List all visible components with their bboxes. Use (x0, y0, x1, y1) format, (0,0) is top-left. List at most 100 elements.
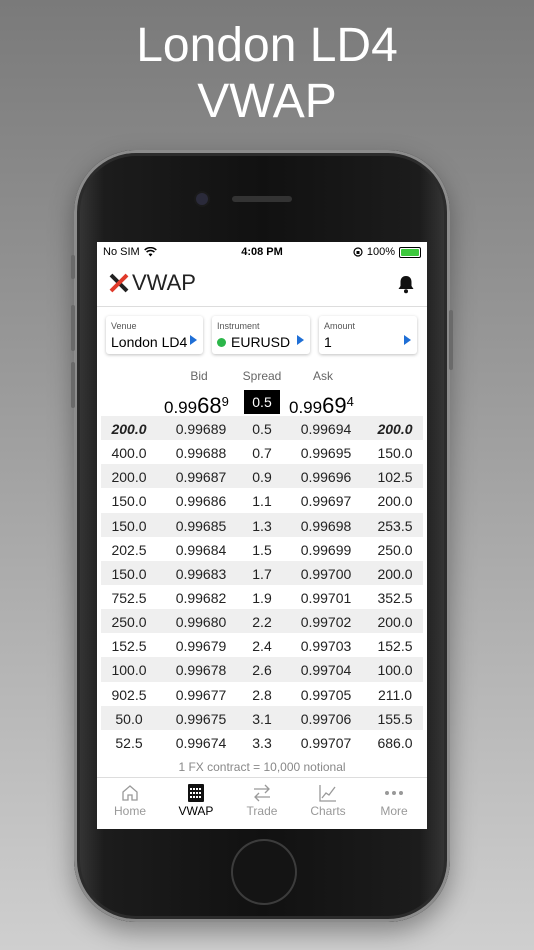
tab-bar: Home VWAP Trade Charts More (97, 777, 427, 829)
bid-amount: 150.0 (111, 493, 147, 510)
spread-value: 0.7 (252, 445, 272, 462)
spread-value: 1.7 (252, 565, 272, 582)
instrument-label: Instrument (217, 321, 260, 331)
bell-icon[interactable] (397, 274, 415, 294)
depth-row[interactable]: 150.0 0.99685 1.3 0.99698 253.5 (101, 512, 423, 537)
ask-amount: 152.5 (377, 638, 413, 655)
ask-price: 0.99698 (300, 517, 352, 534)
volume-up-button (71, 305, 75, 351)
bid-price: 0.99688 (175, 445, 227, 462)
bid-amount: 200.0 (111, 421, 147, 437)
bid-amount: 52.5 (115, 734, 143, 751)
bid-amount: 152.5 (111, 638, 147, 655)
ask-price: 0.99694 (300, 421, 352, 437)
depth-row[interactable]: 200.0 0.99689 0.5 0.99694 200.0 (101, 416, 423, 441)
amount-value: 1 (324, 334, 332, 350)
ask-amount: 200.0 (377, 614, 413, 631)
ask-price: 0.99702 (300, 614, 352, 631)
more-dots-icon (385, 791, 403, 795)
calculator-icon (188, 784, 204, 802)
bid-amount: 200.0 (111, 469, 147, 486)
depth-row[interactable]: 100.0 0.99678 2.6 0.99704 100.0 (101, 657, 423, 682)
app-screen: No SIM 4:08 PM 100% VWAP Venue London LD… (97, 242, 427, 829)
depth-row[interactable]: 200.0 0.99687 0.9 0.99696 102.5 (101, 464, 423, 489)
battery-percent: 100% (366, 246, 395, 258)
home-icon (122, 785, 138, 801)
spread-value: 1.3 (252, 517, 272, 534)
bid-amount: 150.0 (111, 517, 147, 534)
bid-price: 0.99682 (175, 589, 227, 606)
depth-row[interactable]: 400.0 0.99688 0.7 0.99695 150.0 (101, 440, 423, 464)
tab-charts[interactable]: Charts (295, 778, 361, 829)
power-button (449, 310, 453, 370)
tab-trade[interactable]: Trade (229, 778, 295, 829)
caret-right-icon (404, 335, 411, 345)
line-chart-icon (319, 785, 336, 802)
caret-right-icon (190, 335, 197, 345)
depth-row[interactable]: 150.0 0.99683 1.7 0.99700 200.0 (101, 560, 423, 585)
ask-price: 0.99697 (300, 493, 352, 510)
ask-price: 0.99695 (300, 445, 352, 462)
bid-price: 0.99685 (175, 517, 227, 534)
tab-label: Trade (246, 804, 278, 818)
bid-header: Bid (190, 369, 208, 383)
instrument-selector[interactable]: Instrument EURUSD (212, 316, 310, 354)
bid-price: 0.99679 (175, 638, 227, 655)
spread-value: 3.3 (252, 734, 272, 751)
bid-price: 0.99689 (175, 421, 227, 437)
tab-home[interactable]: Home (97, 778, 163, 829)
tab-more[interactable]: More (361, 778, 427, 829)
app-title: VWAP (132, 270, 196, 295)
ask-price: 0.99706 (300, 710, 352, 727)
instrument-status-dot (217, 337, 226, 347)
bid-amount: 150.0 (111, 565, 147, 582)
depth-row[interactable]: 752.5 0.99682 1.9 0.99701 352.5 (101, 585, 423, 609)
ask-amount: 102.5 (377, 469, 413, 486)
bid-price: 0.99687 (175, 469, 227, 486)
ask-price: 0.99703 (300, 638, 352, 655)
ask-price: 0.99699 (300, 541, 352, 558)
amount-selector[interactable]: Amount 1 (319, 316, 417, 354)
venue-selector[interactable]: Venue London LD4 (106, 316, 203, 354)
depth-row[interactable]: 202.5 0.99684 1.5 0.99699 250.0 (101, 537, 423, 561)
best-spread: 0.5 (244, 390, 280, 414)
depth-table: 200.0 0.99689 0.5 0.99694 200.0 400.0 0.99688 0… (101, 416, 423, 754)
swap-arrows-icon (254, 784, 270, 802)
depth-row[interactable]: 250.0 0.99680 2.2 0.99702 200.0 (101, 609, 423, 634)
spread-value: 0.9 (252, 469, 272, 486)
tab-label: VWAP (178, 804, 214, 818)
app-logo-icon (109, 273, 129, 293)
ask-price: 0.99696 (300, 469, 352, 486)
spread-value: 2.8 (252, 686, 272, 703)
mute-switch (71, 255, 75, 279)
depth-row[interactable]: 902.5 0.99677 2.8 0.99705 211.0 (101, 682, 423, 706)
spread-value: 2.6 (252, 662, 272, 679)
depth-row[interactable]: 52.5 0.99674 3.3 0.99707 686.0 (101, 730, 423, 754)
amount-label: Amount (324, 321, 356, 331)
depth-row[interactable]: 50.0 0.99675 3.1 0.99706 155.5 (101, 705, 423, 730)
venue-label: Venue (111, 321, 137, 331)
volume-down-button (71, 362, 75, 408)
spread-header: Spread (242, 369, 282, 383)
tab-vwap[interactable]: VWAP (163, 778, 229, 829)
ask-amount: 200.0 (377, 493, 413, 510)
bid-amount: 250.0 (111, 614, 147, 631)
ask-amount: 150.0 (377, 445, 413, 462)
bid-amount: 400.0 (111, 445, 147, 462)
ask-price: 0.99707 (300, 734, 352, 751)
ask-amount: 250.0 (377, 541, 413, 558)
bid-amount: 202.5 (111, 541, 147, 558)
app-header: VWAP (97, 262, 427, 307)
ask-amount: 352.5 (377, 589, 413, 606)
spread-value: 2.4 (252, 638, 272, 655)
depth-row[interactable]: 152.5 0.99679 2.4 0.99703 152.5 (101, 633, 423, 657)
tab-label: More (380, 804, 408, 818)
bid-price: 0.99684 (175, 541, 227, 558)
instrument-value: EURUSD (231, 334, 291, 350)
home-button[interactable] (233, 841, 295, 903)
spread-value: 3.1 (252, 710, 272, 727)
depth-row[interactable]: 150.0 0.99686 1.1 0.99697 200.0 (101, 488, 423, 512)
ask-price: 0.99705 (300, 686, 352, 703)
bid-price: 0.99686 (175, 493, 227, 510)
ask-price: 0.99700 (300, 565, 352, 582)
